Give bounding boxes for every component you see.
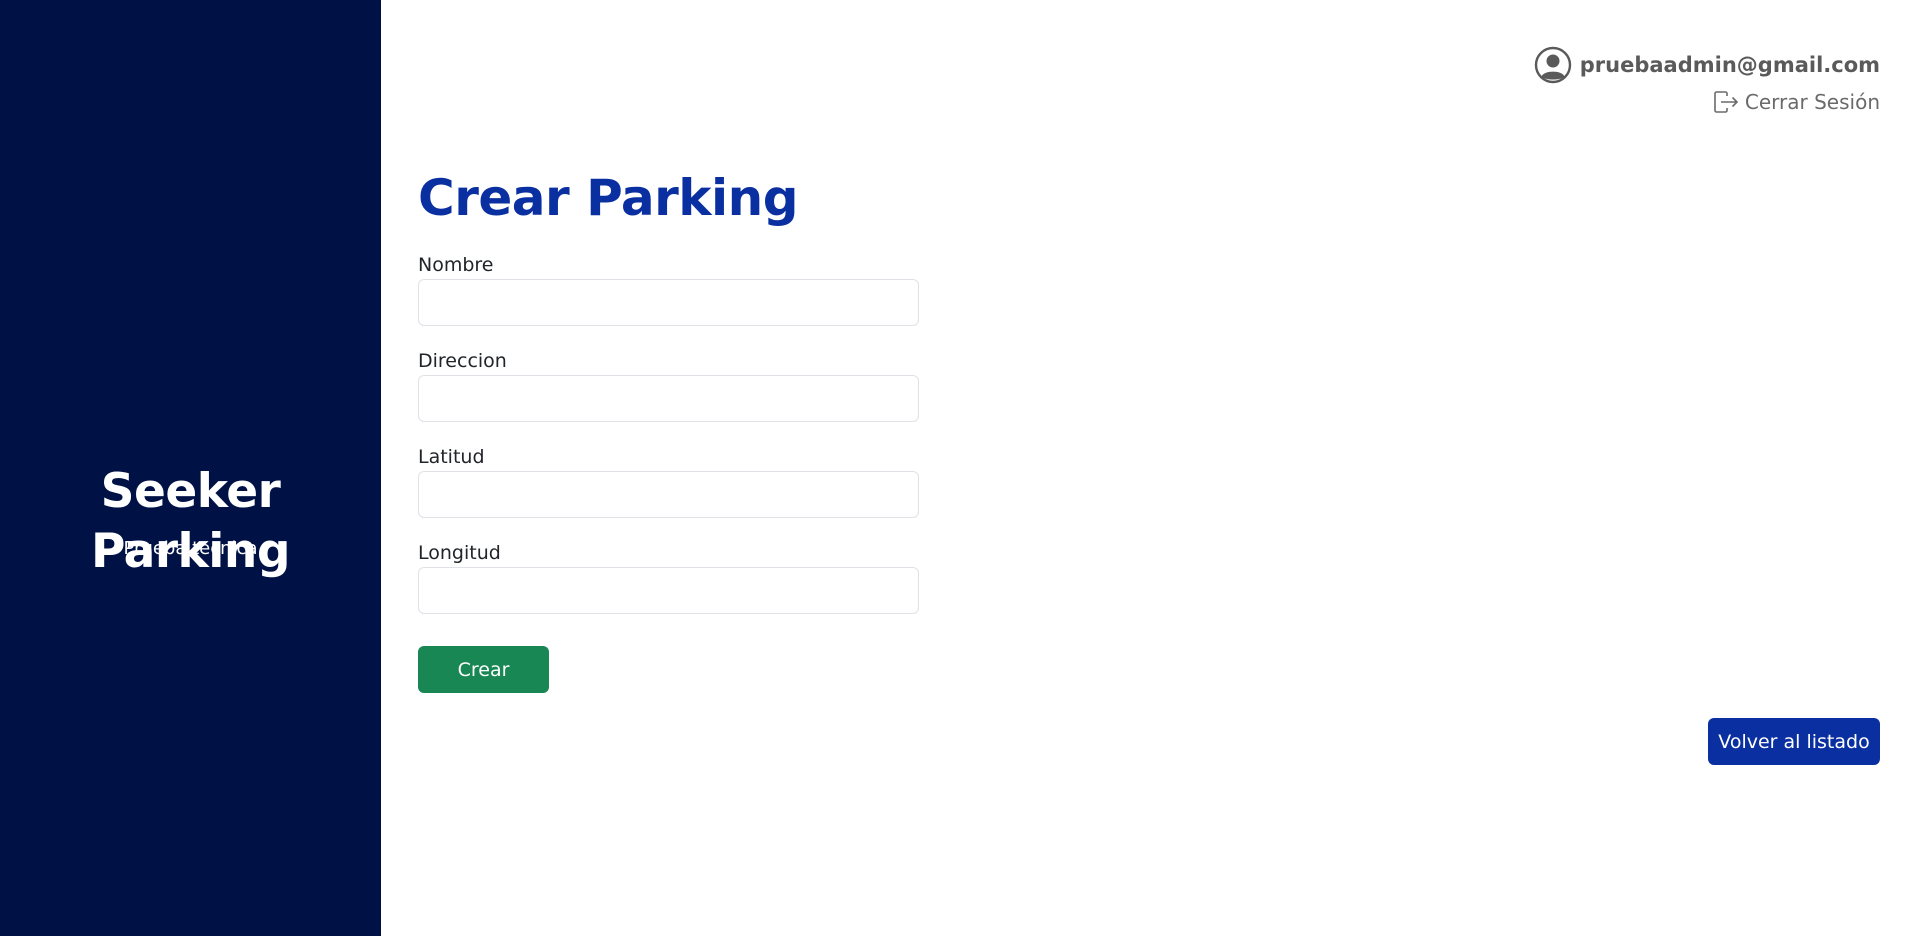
brand-title: Seeker Parking: [90, 464, 291, 579]
nombre-input[interactable]: [418, 279, 919, 326]
user-info: pruebaadmin@gmail.com: [1534, 46, 1880, 84]
brand-tagline: Prueba tecnica: [123, 538, 258, 559]
logout-label: Cerrar Sesión: [1744, 90, 1880, 114]
crear-button[interactable]: Crear: [418, 646, 549, 693]
page: Seeker Parking Prueba tecnica pruebaadmi…: [0, 0, 1912, 936]
volver-al-listado-button[interactable]: Volver al listado: [1708, 718, 1880, 765]
nombre-label: Nombre: [418, 254, 494, 276]
user-email: pruebaadmin@gmail.com: [1579, 53, 1880, 77]
page-title: Crear Parking: [418, 169, 799, 227]
latitud-label: Latitud: [418, 446, 485, 468]
longitud-label: Longitud: [418, 542, 501, 564]
user-circle-icon: [1534, 46, 1571, 84]
longitud-input[interactable]: [418, 567, 919, 614]
logout-link[interactable]: Cerrar Sesión: [1713, 89, 1880, 115]
sidebar: Seeker Parking Prueba tecnica: [0, 0, 381, 936]
direccion-input[interactable]: [418, 375, 919, 422]
latitud-input[interactable]: [418, 471, 919, 518]
direccion-label: Direccion: [418, 350, 507, 372]
logout-icon: [1714, 91, 1739, 113]
